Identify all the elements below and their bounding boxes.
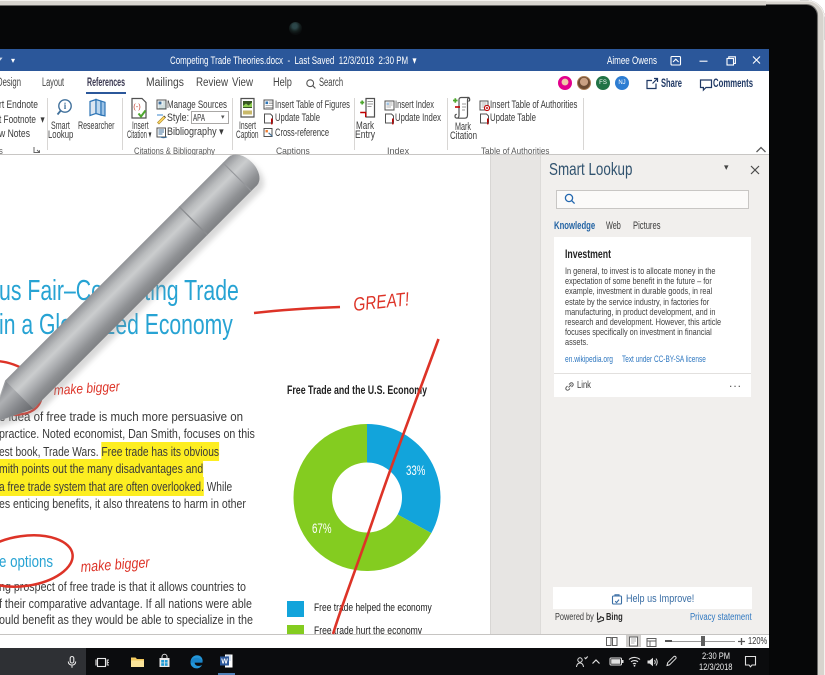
- svg-text:W: W: [221, 658, 228, 665]
- svg-text:make bigger: make bigger: [80, 554, 151, 576]
- svg-text:GREAT!: GREAT!: [352, 289, 410, 316]
- svg-text:i: i: [64, 101, 67, 111]
- svg-text:(-): (-): [133, 102, 141, 111]
